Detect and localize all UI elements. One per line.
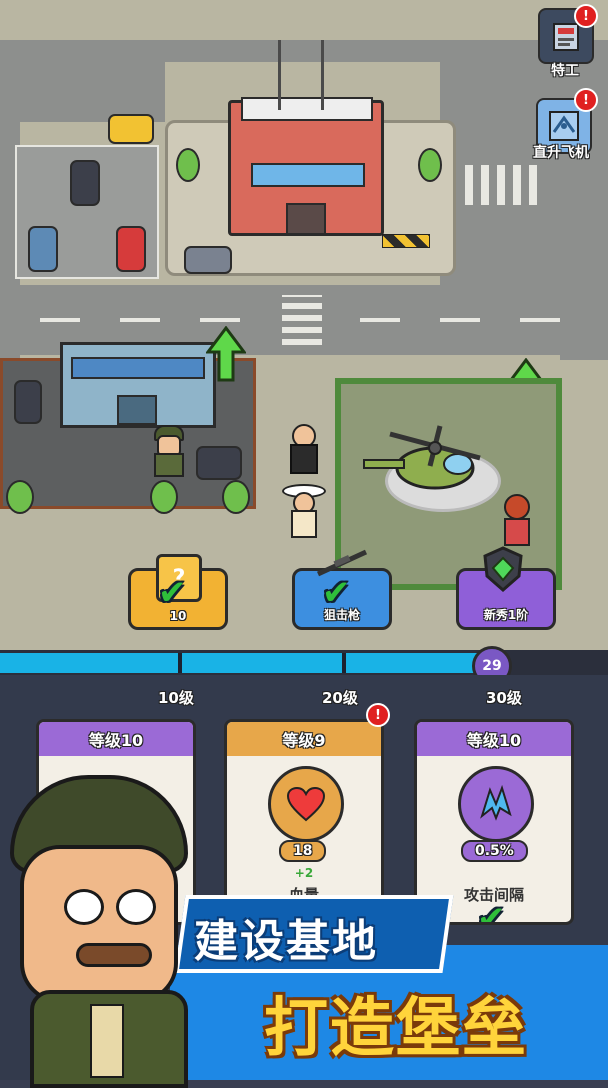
tree bbox=[6, 480, 34, 514]
lane-dash bbox=[440, 318, 480, 322]
parked-car bbox=[14, 380, 42, 424]
road-upper-left bbox=[15, 62, 165, 122]
crosswalk bbox=[282, 295, 322, 345]
banner-title: 建设基地 bbox=[194, 916, 378, 967]
lane-dash bbox=[360, 318, 400, 322]
redhead-character[interactable] bbox=[498, 494, 532, 546]
rank-marker[interactable]: 新秀1阶 bbox=[456, 546, 556, 640]
attack-speed-icon bbox=[458, 766, 534, 842]
card-header: 等级10 bbox=[39, 722, 193, 756]
upgrade-panel: 10级 20级 30级 等级10 等级9 18 +2 血量 650 ! 等级10… bbox=[0, 675, 608, 1088]
banner-subtitle: 打造堡垒 bbox=[264, 992, 528, 1066]
level-label: 30级 bbox=[486, 689, 522, 707]
card-header: 等级9 bbox=[227, 722, 381, 756]
agent-button[interactable]: ! 特工 bbox=[530, 4, 600, 80]
upgrade-arrow-icon[interactable] bbox=[205, 325, 247, 382]
radio-tower bbox=[278, 40, 324, 110]
marker-label: 新秀1阶 bbox=[483, 608, 529, 622]
check-icon: ✔ bbox=[477, 899, 506, 925]
barracks-door bbox=[117, 395, 157, 425]
lane-dash bbox=[120, 318, 160, 322]
green-gem-shield-icon bbox=[483, 546, 523, 592]
tree bbox=[222, 480, 250, 514]
eye bbox=[116, 889, 156, 925]
notification-badge: ! bbox=[574, 88, 598, 112]
female-agent-character[interactable] bbox=[282, 484, 326, 538]
base-map[interactable]: ! 特工 ! 直升飞机 ? ✔ 10 ✔ 狙击枪 新秀1阶 bbox=[0, 0, 608, 650]
parked-car bbox=[116, 226, 146, 272]
mustache bbox=[76, 943, 152, 967]
uniform bbox=[154, 453, 184, 477]
progress-bar: 29 bbox=[0, 646, 608, 686]
parked-car bbox=[184, 246, 232, 274]
uniform bbox=[30, 990, 188, 1088]
eye bbox=[64, 889, 104, 925]
general-face bbox=[20, 845, 178, 1003]
agent-label: 特工 bbox=[551, 63, 579, 79]
hq-building[interactable] bbox=[228, 97, 384, 236]
card-header: 等级10 bbox=[417, 722, 571, 756]
notification-badge: ! bbox=[366, 703, 390, 727]
check-icon: ✔ bbox=[158, 573, 187, 613]
taxi-car bbox=[108, 114, 154, 144]
bald-agent-character[interactable] bbox=[288, 424, 318, 474]
parked-car bbox=[196, 446, 242, 480]
hq-windows bbox=[251, 163, 365, 187]
marker-body: ✔ 狙击枪 bbox=[292, 549, 392, 630]
heart-icon bbox=[268, 766, 344, 842]
progress-fill bbox=[0, 653, 481, 673]
parked-car bbox=[28, 226, 58, 272]
tree bbox=[150, 480, 178, 514]
level-label: 20级 bbox=[322, 689, 358, 707]
barracks-windows bbox=[71, 357, 205, 379]
progress-divider bbox=[342, 653, 346, 673]
lane-dash bbox=[200, 318, 240, 322]
progress-divider bbox=[178, 653, 182, 673]
stat-value: 18 bbox=[279, 840, 327, 862]
helicopter-icon[interactable] bbox=[360, 422, 510, 502]
notification-badge: ! bbox=[574, 4, 598, 28]
lane-dash bbox=[40, 318, 80, 322]
hq-door bbox=[286, 203, 326, 235]
suit bbox=[290, 444, 318, 474]
check-icon: ✔ bbox=[322, 573, 351, 613]
soldier-character[interactable] bbox=[150, 425, 184, 477]
tree bbox=[176, 148, 200, 182]
outfit bbox=[504, 518, 530, 546]
level-label: 10级 bbox=[158, 689, 194, 707]
helicopter-label: 直升飞机 bbox=[533, 145, 589, 161]
outfit bbox=[291, 510, 317, 538]
marker-body: 新秀1阶 bbox=[456, 546, 556, 630]
hair bbox=[504, 494, 530, 520]
unlock-marker[interactable]: ? ✔ 10 bbox=[128, 554, 228, 640]
shirt bbox=[90, 1004, 124, 1078]
helicopter-button[interactable]: ! 直升飞机 bbox=[518, 88, 604, 162]
lane-dash bbox=[520, 318, 560, 322]
stat-delta: +2 bbox=[294, 866, 314, 880]
sniper-marker[interactable]: ✔ 狙击枪 bbox=[292, 549, 392, 640]
crosswalk bbox=[465, 165, 545, 205]
barracks-building bbox=[60, 342, 216, 428]
tree bbox=[418, 148, 442, 182]
stat-value: 0.5% bbox=[461, 840, 528, 862]
general-character bbox=[0, 775, 200, 1088]
parked-car bbox=[70, 160, 100, 206]
marker-body: ? ✔ 10 bbox=[128, 554, 228, 630]
barrier bbox=[382, 234, 430, 248]
